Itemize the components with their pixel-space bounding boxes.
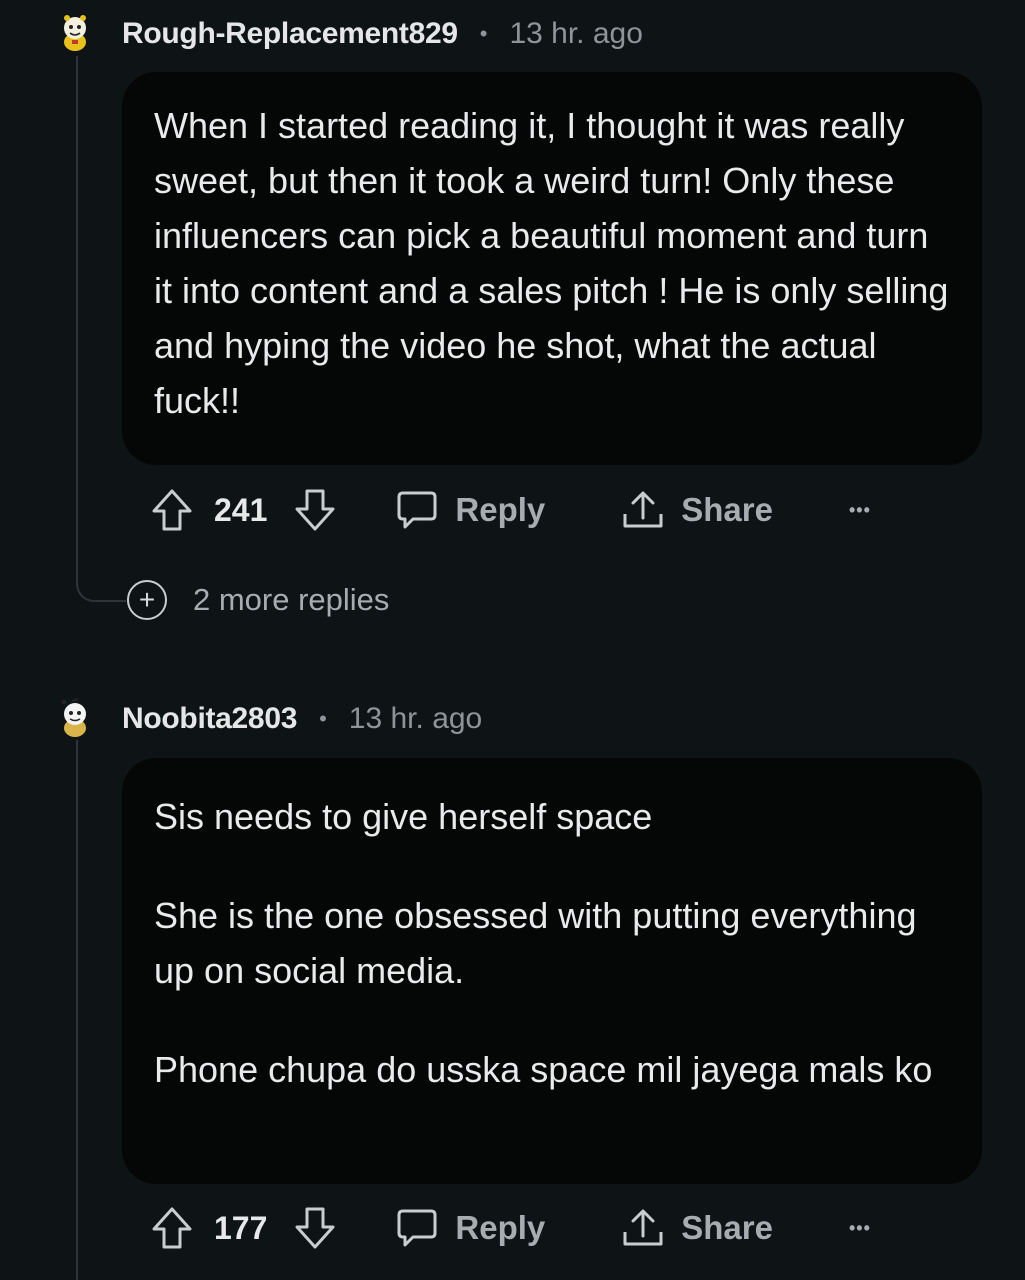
arrow-down-icon [295, 1207, 335, 1249]
share-label: Share [681, 491, 773, 528]
comment-header: Noobita2803 • 13 hr. ago [122, 699, 482, 739]
speech-bubble-icon [397, 491, 437, 529]
thread-line-1 [76, 56, 78, 576]
downvote-button[interactable] [293, 1205, 337, 1251]
comment-actions: 241 Reply Share ••• [150, 485, 871, 535]
share-label: Share [681, 1209, 773, 1246]
thread-connector [76, 560, 126, 602]
vote-score: 177 [214, 1209, 268, 1246]
upvote-button[interactable] [150, 1205, 194, 1251]
comment-body: When I started reading it, I thought it … [122, 72, 982, 465]
vote-score: 241 [214, 491, 268, 528]
downvote-button[interactable] [293, 487, 337, 533]
reply-button[interactable]: Reply [395, 489, 545, 531]
reply-button[interactable]: Reply [395, 1207, 545, 1249]
snoo-avatar-icon[interactable] [58, 698, 92, 738]
share-icon [623, 1209, 663, 1246]
timestamp: 13 hr. ago [509, 17, 643, 50]
timestamp: 13 hr. ago [348, 702, 483, 735]
share-button[interactable]: Share [621, 1206, 773, 1250]
comment-body: Sis needs to give herself space She is t… [122, 758, 982, 1184]
more-options-button[interactable]: ••• [849, 500, 871, 521]
comment-paragraph: When I started reading it, I thought it … [154, 105, 949, 421]
share-button[interactable]: Share [621, 488, 773, 532]
separator-dot: • [319, 706, 327, 731]
plus-circle-icon: + [127, 580, 167, 620]
separator-dot: • [479, 21, 488, 46]
ellipsis-icon: ••• [848, 1217, 871, 1238]
comment-actions: 177 Reply Share ••• [150, 1203, 871, 1253]
reply-label: Reply [455, 1209, 546, 1246]
arrow-up-icon [152, 1207, 192, 1249]
username[interactable]: Noobita2803 [122, 702, 297, 736]
thread-line-2 [76, 740, 78, 1280]
comment-paragraph: Sis needs to give herself space [154, 796, 653, 837]
arrow-up-icon [152, 489, 192, 531]
comment-header: Rough-Replacement829 • 13 hr. ago [122, 14, 643, 54]
speech-bubble-icon [397, 1209, 437, 1247]
more-options-button[interactable]: ••• [849, 1218, 871, 1239]
arrow-down-icon [295, 489, 335, 531]
more-replies-label: 2 more replies [193, 582, 390, 617]
upvote-button[interactable] [150, 487, 194, 533]
username[interactable]: Rough-Replacement829 [122, 17, 458, 51]
more-replies-link[interactable]: + 2 more replies [127, 580, 389, 620]
comment-paragraph: Phone chupa do usska space mil jayega ma… [154, 1049, 933, 1090]
snoo-avatar-icon[interactable] [58, 12, 92, 52]
comment-paragraph: She is the one obsessed with putting eve… [154, 895, 917, 991]
share-icon [623, 491, 663, 528]
ellipsis-icon: ••• [848, 499, 871, 520]
reply-label: Reply [455, 491, 546, 528]
